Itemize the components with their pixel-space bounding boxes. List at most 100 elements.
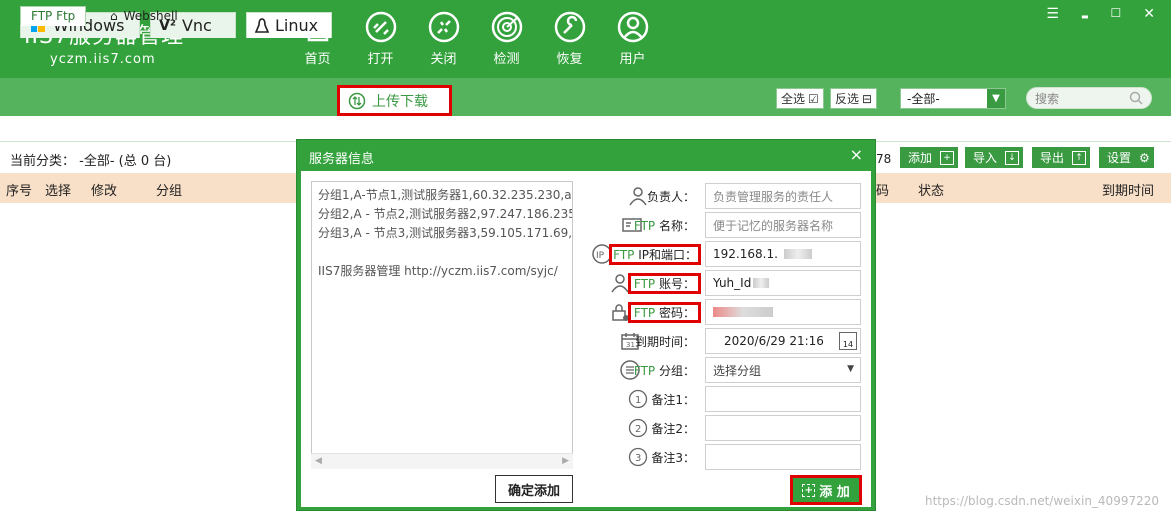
expiry-row: 31 到期时间： 2020/6/29 21:16 14 — [591, 328, 861, 354]
bulk-import-textarea[interactable]: 分组1,A-节点1,测试服务器1,60.32.235.230,ad 分组2,A … — [311, 181, 573, 469]
group-label: FTP 分组： — [633, 364, 695, 378]
scroll-left-icon[interactable]: ◀ — [315, 456, 322, 466]
minimize-icon[interactable]: ▬ — [1081, 6, 1089, 22]
export-button[interactable]: 导出 ↑ — [1032, 147, 1091, 168]
server-info-dialog: 服务器信息 × 分组1,A-节点1,测试服务器1,60.32.235.230,a… — [296, 139, 876, 511]
category-filter-select[interactable]: -全部- ▼ — [900, 88, 1006, 109]
svg-text:31: 31 — [626, 341, 635, 349]
settings-button[interactable]: 设置 ⚙ — [1099, 147, 1154, 168]
search-input[interactable]: 搜索 — [1026, 87, 1152, 109]
close-icon[interactable]: ✕ — [1143, 6, 1155, 22]
import-button[interactable]: 导入 ↓ — [965, 147, 1024, 168]
redaction-blur — [783, 249, 812, 259]
tab-upload-download[interactable]: 上传下载 — [337, 85, 452, 116]
person-icon — [629, 187, 647, 206]
category-status: 当前分类： -全部- (总 0 台) — [10, 154, 172, 169]
textarea-line: 分组1,A-节点1,测试服务器1,60.32.235.230,ad — [318, 188, 573, 202]
owner-input[interactable]: 负责管理服务的责任人 — [705, 183, 861, 209]
subtab-webshell[interactable]: ⌂ Webshell — [100, 6, 188, 26]
svg-text:IP: IP — [596, 251, 605, 261]
ip-value: 192.168.1. — [713, 247, 778, 261]
dialog-add-button[interactable]: + 添 加 — [790, 475, 862, 505]
note2-row: 2 备注2： — [591, 415, 861, 441]
person-icon — [611, 274, 629, 293]
user-icon — [617, 11, 648, 43]
dialog-close-icon[interactable]: × — [850, 145, 863, 164]
tab-linux[interactable]: Linux — [246, 12, 332, 38]
expiry-input[interactable]: 2020/6/29 21:16 14 — [705, 328, 861, 354]
note3-input[interactable] — [705, 444, 861, 470]
note2-input[interactable] — [705, 415, 861, 441]
name-label: FTP 名称： — [633, 219, 695, 233]
note3-label: 备注3： — [651, 451, 695, 465]
nav-open[interactable]: 打开 — [349, 10, 412, 67]
scroll-right-icon[interactable]: ▶ — [562, 456, 569, 466]
subtab-ftp[interactable]: FTP Ftp — [20, 6, 87, 26]
nav-close-label: 关闭 — [430, 52, 457, 67]
nav-close[interactable]: 关闭 — [412, 10, 475, 67]
redaction-blur — [713, 307, 773, 317]
nav-user[interactable]: 用户 — [601, 10, 664, 67]
invert-selection-button[interactable]: 反选 ⊟ — [830, 88, 878, 109]
linux-icon — [255, 17, 269, 33]
checkbox-icon: ☑ — [808, 91, 819, 106]
nav-detect[interactable]: 检测 — [475, 10, 538, 67]
col-expiry: 到期时间 — [1102, 184, 1155, 199]
nav-home-label: 首页 — [304, 52, 331, 67]
group-select[interactable]: 选择分组 ▼ — [705, 357, 861, 383]
number-three-icon: 3 — [628, 447, 648, 467]
col-password: 码 — [876, 184, 890, 199]
upload-download-icon — [348, 92, 366, 110]
lock-icon — [612, 304, 629, 321]
expiry-label: 到期时间： — [634, 335, 695, 349]
add-box-icon: + — [802, 483, 816, 497]
nav-restore[interactable]: 恢复 — [538, 10, 601, 67]
add-button[interactable]: 添加 + — [900, 147, 959, 168]
nav-detect-label: 检测 — [493, 52, 520, 67]
maximize-icon[interactable]: ☐ — [1111, 6, 1122, 22]
ip-input[interactable]: 192.168.1. — [705, 241, 861, 267]
password-label: FTP 密码： — [627, 302, 702, 323]
count-tail: 78 — [876, 152, 892, 166]
note1-input[interactable] — [705, 386, 861, 412]
tab-linux-label: Linux — [275, 16, 319, 35]
select-all-button[interactable]: 全选 ☑ — [776, 88, 824, 109]
dialog-add-label: 添 加 — [819, 484, 850, 500]
textarea-line: IIS7服务器管理 http://yczm.iis7.com/syjc/ — [318, 264, 558, 278]
broken-link-icon — [428, 11, 459, 43]
subtab-webshell-label: Webshell — [123, 9, 178, 23]
caret-down-icon: ▼ — [847, 364, 854, 374]
window-controls: ☰ ▬ ☐ ✕ — [1046, 6, 1155, 22]
textarea-line — [318, 243, 566, 262]
calendar-picker-icon[interactable]: 14 — [839, 332, 857, 350]
menu-icon[interactable]: ☰ — [1046, 6, 1059, 22]
filter-value: -全部- — [907, 92, 940, 106]
svg-text:3: 3 — [635, 453, 641, 464]
invert-label: 反选 — [835, 92, 860, 106]
add-icon: + — [940, 150, 955, 165]
ip-label: FTP IP和端口： — [609, 244, 701, 265]
import-label: 导入 — [973, 151, 998, 165]
wrench-icon — [554, 11, 585, 43]
svg-text:2: 2 — [635, 424, 641, 435]
webshell-icon: ⌂ — [110, 9, 118, 23]
dialog-body: 分组1,A-节点1,测试服务器1,60.32.235.230,ad 分组2,A … — [301, 171, 871, 507]
col-group: 分组 — [156, 184, 183, 199]
select-all-label: 全选 — [781, 92, 806, 106]
horizontal-scrollbar[interactable]: ◀ ▶ — [311, 453, 573, 469]
redaction-blur — [753, 278, 770, 288]
account-input[interactable]: Yuh_Id — [705, 270, 861, 296]
owner-label: 负责人： — [646, 190, 695, 204]
ip-row: IP FTP IP和端口： 192.168.1. — [591, 241, 861, 267]
name-input[interactable]: 便于记忆的服务器名称 — [705, 212, 861, 238]
col-status: 状态 — [918, 184, 945, 199]
upload-icon: ↑ — [1072, 150, 1087, 165]
settings-label: 设置 — [1107, 151, 1132, 165]
password-row: FTP 密码： — [591, 299, 861, 325]
main-nav: 首页 打开 关闭 检测 恢复 用户 — [286, 10, 664, 67]
col-index: 序号 — [6, 184, 33, 199]
confirm-add-button[interactable]: 确定添加 — [495, 475, 573, 503]
password-input[interactable] — [705, 299, 861, 325]
dialog-title: 服务器信息 — [309, 152, 375, 167]
name-row: FTP 名称： 便于记忆的服务器名称 — [591, 212, 861, 238]
